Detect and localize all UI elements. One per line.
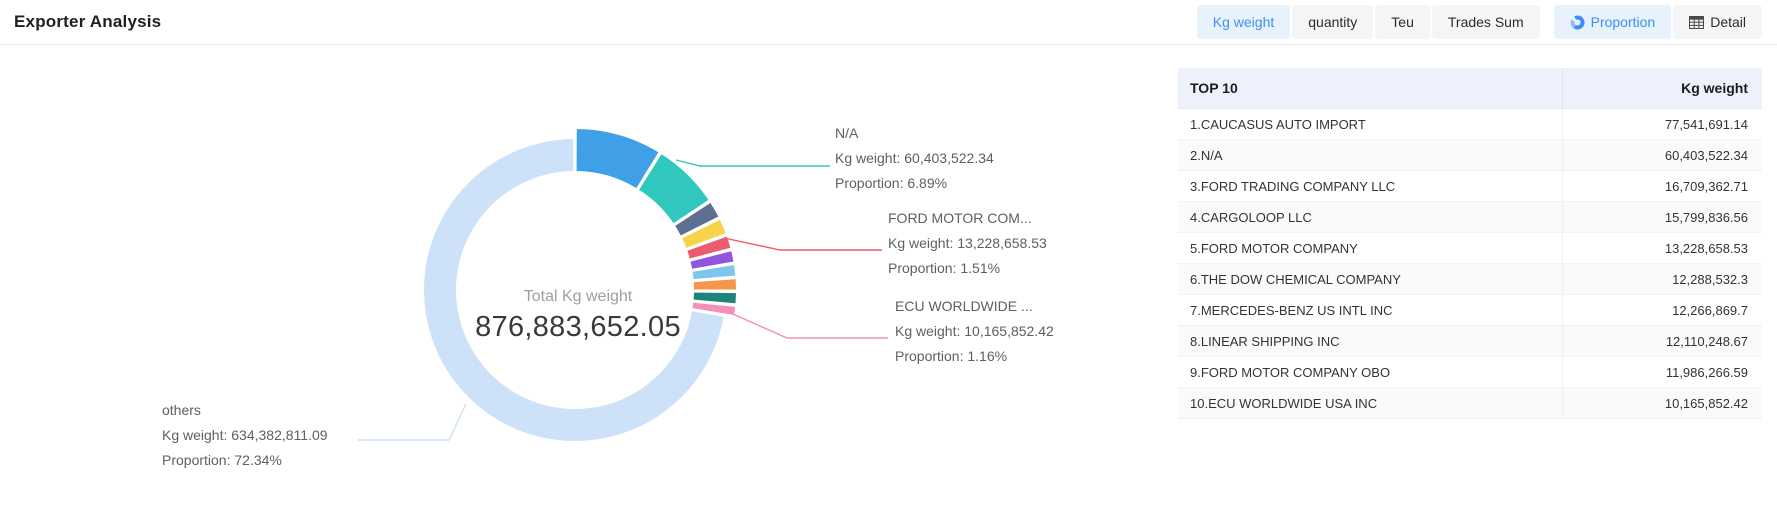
kg-weight-cell: 11,986,266.59 [1562, 357, 1762, 388]
label-leader-line [724, 238, 882, 250]
exporter-name-cell: 8.LINEAR SHIPPING INC [1178, 326, 1562, 357]
donut-slice-linear-shipping-inc[interactable] [693, 278, 737, 290]
view-tab-label: Proportion [1591, 14, 1656, 30]
exporter-name-cell: 3.FORD TRADING COMPANY LLC [1178, 171, 1562, 202]
view-tab-group: Proportion Detail [1554, 5, 1762, 39]
table-row: 5.FORD MOTOR COMPANY13,228,658.53 [1178, 233, 1762, 264]
table-row: 1.CAUCASUS AUTO IMPORT77,541,691.14 [1178, 109, 1762, 140]
table-header-kg-weight: Kg weight [1562, 68, 1762, 109]
exporter-name-cell: 9.FORD MOTOR COMPANY OBO [1178, 357, 1562, 388]
table-row: 2.N/A60,403,522.34 [1178, 140, 1762, 171]
header-tab-groups: Kg weight quantity Teu Trades Sum Proportio… [1197, 5, 1762, 39]
exporter-name-cell: 4.CARGOLOOP LLC [1178, 202, 1562, 233]
table-row: 9.FORD MOTOR COMPANY OBO11,986,266.59 [1178, 357, 1762, 388]
table-row: 6.THE DOW CHEMICAL COMPANY12,288,532.3 [1178, 264, 1762, 295]
exporter-name-cell: 10.ECU WORLDWIDE USA INC [1178, 388, 1562, 419]
kg-weight-cell: 12,266,869.7 [1562, 295, 1762, 326]
metric-tab-label: Teu [1391, 14, 1414, 30]
top10-table: TOP 10 Kg weight 1.CAUCASUS AUTO IMPORT7… [1178, 68, 1762, 419]
metric-tab-quantity[interactable]: quantity [1292, 5, 1373, 39]
metric-tab-label: Kg weight [1213, 14, 1274, 30]
metric-tab-group: Kg weight quantity Teu Trades Sum [1197, 5, 1540, 39]
metric-tab-kg-weight[interactable]: Kg weight [1197, 5, 1290, 39]
view-tab-label: Detail [1710, 14, 1746, 30]
view-tab-detail[interactable]: Detail [1673, 5, 1762, 39]
table-header-row: TOP 10 Kg weight [1178, 68, 1762, 109]
exporter-name-cell: 2.N/A [1178, 140, 1562, 171]
kg-weight-cell: 15,799,836.56 [1562, 202, 1762, 233]
exporter-name-cell: 7.MERCEDES-BENZ US INTL INC [1178, 295, 1562, 326]
page-header: Exporter Analysis Kg weight quantity Teu Tr… [0, 0, 1777, 45]
table-row: 3.FORD TRADING COMPANY LLC16,709,362.71 [1178, 171, 1762, 202]
table-row: 8.LINEAR SHIPPING INC12,110,248.67 [1178, 326, 1762, 357]
metric-tab-label: Trades Sum [1448, 14, 1524, 30]
table-header-top10: TOP 10 [1178, 68, 1562, 109]
label-leader-line [733, 314, 888, 338]
table-row: 4.CARGOLOOP LLC15,799,836.56 [1178, 202, 1762, 233]
donut-chart [0, 45, 1040, 517]
page-title: Exporter Analysis [14, 12, 161, 32]
metric-tab-teu[interactable]: Teu [1375, 5, 1430, 39]
donut-chart-icon [1570, 15, 1585, 30]
kg-weight-cell: 12,288,532.3 [1562, 264, 1762, 295]
table-row: 7.MERCEDES-BENZ US INTL INC12,266,869.7 [1178, 295, 1762, 326]
kg-weight-cell: 10,165,852.42 [1562, 388, 1762, 419]
view-tab-proportion[interactable]: Proportion [1554, 5, 1672, 39]
metric-tab-trades-sum[interactable]: Trades Sum [1432, 5, 1540, 39]
exporter-name-cell: 1.CAUCASUS AUTO IMPORT [1178, 109, 1562, 140]
label-leader-line [676, 160, 830, 166]
kg-weight-cell: 13,228,658.53 [1562, 233, 1762, 264]
exporter-name-cell: 5.FORD MOTOR COMPANY [1178, 233, 1562, 264]
kg-weight-cell: 12,110,248.67 [1562, 326, 1762, 357]
table-row: 10.ECU WORLDWIDE USA INC10,165,852.42 [1178, 388, 1762, 419]
content-area: Total Kg weight 876,883,652.05 N/A Kg we… [0, 45, 1777, 517]
kg-weight-cell: 16,709,362.71 [1562, 171, 1762, 202]
kg-weight-cell: 60,403,522.34 [1562, 140, 1762, 171]
kg-weight-cell: 77,541,691.14 [1562, 109, 1762, 140]
table-icon [1689, 16, 1704, 29]
exporter-name-cell: 6.THE DOW CHEMICAL COMPANY [1178, 264, 1562, 295]
metric-tab-label: quantity [1308, 14, 1357, 30]
label-leader-line [358, 404, 466, 440]
